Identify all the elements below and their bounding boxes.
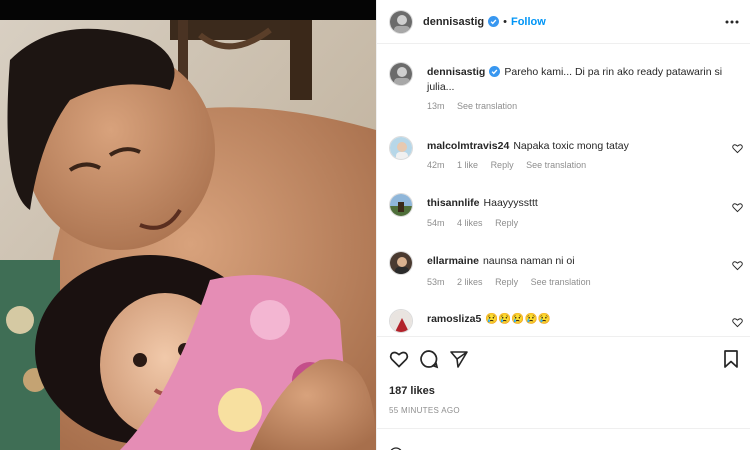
verified-badge-icon [489,66,501,77]
comment-meta: 42m 1 like Reply See translation [427,160,596,170]
post-header: dennisastig • Follow [377,0,750,44]
comment-time: 53m [427,277,445,287]
bookmark-icon[interactable] [721,349,741,369]
comment-text-block: thisannlife Haayyyssttt [427,196,727,211]
comment-username[interactable]: thisannlife [427,197,480,209]
photo-image [0,20,376,450]
more-options-icon[interactable] [725,16,739,28]
comment-text: Napaka toxic mong tatay [513,140,629,152]
comment-meta: 54m 4 likes Reply [427,218,528,228]
comment-meta: 53m 2 likes Reply See translation [427,277,601,287]
commenter-avatar[interactable] [389,309,413,333]
comment-see-translation[interactable]: See translation [526,160,586,170]
comment-bubble-icon[interactable] [419,349,439,369]
heart-icon[interactable] [389,349,409,369]
likes-count[interactable]: 187 likes [389,385,435,397]
author-username[interactable]: dennisastig [423,16,484,28]
paper-plane-icon[interactable] [449,349,469,369]
verified-badge-icon [488,16,500,27]
commenter-avatar[interactable] [389,251,413,275]
comment-reply-button[interactable]: Reply [495,277,518,287]
comment-likes[interactable]: 2 likes [457,277,483,287]
caption-text-block: dennisastig Pareho kami... Di pa rin ako … [427,65,727,95]
post-photo[interactable] [0,0,376,450]
comment-likes[interactable]: 4 likes [457,218,483,228]
header-separator: • [503,15,507,28]
add-comment-bar[interactable] [377,428,750,450]
comment-likes[interactable]: 1 like [457,160,478,170]
commenter-avatar[interactable] [389,136,413,160]
author-avatar[interactable] [389,9,413,34]
comment-heart-icon[interactable] [732,260,743,271]
follow-button[interactable]: Follow [511,16,546,28]
comment-username[interactable]: ramosliza5 [427,313,481,325]
comment-time: 54m [427,218,445,228]
post-timestamp: 55 MINUTES AGO [389,406,460,415]
caption-username[interactable]: dennisastig [427,66,485,78]
post-panel: dennisastig • Follow dennisastig Pareho k… [376,0,750,450]
comment-time: 42m [427,160,445,170]
comment-text: naunsa naman ni oi [482,255,575,267]
comment-text: Haayyyssttt [483,197,538,209]
caption-time: 13m [427,101,445,111]
comment-text-block: ramosliza5 😢😢😢😢😢 [427,312,727,327]
comment-text-block: ellarmaine naunsa naman ni oi [427,254,727,269]
caption-avatar[interactable] [389,62,413,86]
photo-top-bar [0,0,376,20]
comment-username[interactable]: ellarmaine [427,255,479,267]
comment-reply-button[interactable]: Reply [491,160,514,170]
action-bar [377,336,750,376]
comment-text-block: malcolmtravis24 Napaka toxic mong tatay [427,139,727,154]
instagram-post: dennisastig • Follow dennisastig Pareho k… [0,0,750,450]
comment-heart-icon[interactable] [732,143,743,154]
caption-meta: 13m See translation [427,101,527,111]
caption-see-translation[interactable]: See translation [457,101,517,111]
comment-see-translation[interactable]: See translation [531,277,591,287]
comment-username[interactable]: malcolmtravis24 [427,140,509,152]
comment-reply-button[interactable]: Reply [495,218,518,228]
comment-heart-icon[interactable] [732,317,743,328]
comment-heart-icon[interactable] [732,202,743,213]
commenter-avatar[interactable] [389,193,413,217]
comment-text: 😢😢😢😢😢 [485,313,551,325]
